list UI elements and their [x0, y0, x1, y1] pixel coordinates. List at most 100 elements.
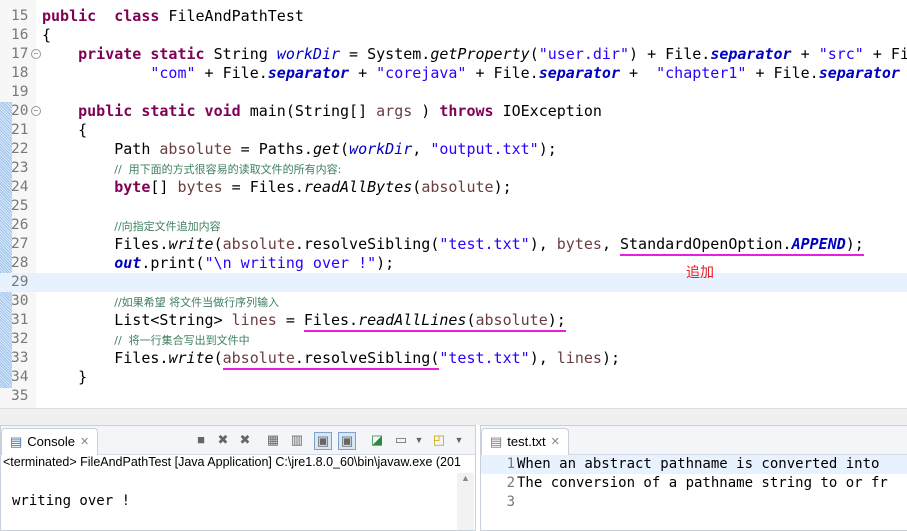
- code-token: byte: [114, 178, 151, 196]
- code-token: String: [204, 45, 277, 63]
- code-line[interactable]: 25: [0, 197, 907, 216]
- line-number: 2: [506, 475, 515, 491]
- display-console-icon[interactable]: ▭: [393, 432, 409, 448]
- code-token: // 用下面的方式很容易的读取文件的所有内容:: [114, 163, 342, 176]
- code-token: = System.: [340, 45, 431, 63]
- line-number: 19: [11, 84, 29, 100]
- code-line[interactable]: 20− public static void main(String[] arg…: [0, 102, 907, 121]
- code-token: "chapter1": [656, 64, 747, 82]
- code-token: separator: [538, 64, 620, 82]
- remove-launch-icon[interactable]: ✖: [215, 432, 231, 448]
- code-token: workDir: [349, 140, 413, 158]
- vertical-scrollbar[interactable]: ▲: [457, 473, 474, 530]
- code-token: + File.: [195, 64, 268, 82]
- code-line[interactable]: 34 }: [0, 368, 907, 387]
- code-token: +: [620, 64, 657, 82]
- code-line[interactable]: 21 {: [0, 121, 907, 140]
- terminate-icon[interactable]: ■: [193, 432, 209, 448]
- code-line[interactable]: 32 // 将一行集合写出到文件中: [0, 330, 907, 349]
- underlined-code: StandardOpenOption.APPEND);: [620, 235, 864, 256]
- code-text: List<String> lines = Files.readAllLines(…: [42, 311, 566, 332]
- code-line[interactable]: 24 byte[] bytes = Files.readAllBytes(abs…: [0, 178, 907, 197]
- code-token: absolute: [159, 140, 232, 158]
- code-token: ): [412, 102, 440, 120]
- code-token: out: [114, 254, 142, 272]
- code-line[interactable]: 35: [0, 387, 907, 406]
- code-line[interactable]: 31 List<String> lines = Files.readAllLin…: [0, 311, 907, 332]
- open-console-icon[interactable]: ◰: [431, 432, 447, 448]
- fold-icon[interactable]: −: [31, 49, 41, 59]
- code-line[interactable]: 29: [0, 273, 907, 292]
- code-token: public static void: [78, 102, 241, 120]
- line-number: 29: [11, 274, 29, 290]
- code-token: //如果希望 将文件当做行序列输入: [114, 296, 280, 309]
- console-output: writing over !: [12, 493, 131, 509]
- text-line[interactable]: 3: [481, 493, 907, 512]
- line-number: 18: [11, 65, 29, 81]
- show-on-stderr-icon[interactable]: ▣: [338, 432, 356, 450]
- code-token: args: [376, 102, 413, 120]
- code-token: throws: [439, 102, 494, 120]
- line-number: 21: [11, 122, 29, 138]
- code-text: // 将一行集合写出到文件中: [42, 330, 250, 350]
- line-number: 28: [11, 255, 29, 271]
- code-token: ) + File.: [629, 45, 711, 63]
- chevron-down-icon[interactable]: ▼: [411, 432, 427, 448]
- text-editor-panel: ▤ test.txt ✕ 1 When an abstract pathname is…: [480, 425, 907, 531]
- horizontal-scrollbar[interactable]: [0, 408, 907, 425]
- line-number: 31: [11, 312, 29, 328]
- code-token: = Paths.: [231, 140, 313, 158]
- code-line[interactable]: 28 out.print("\n writing over !");: [0, 254, 907, 273]
- tab-test-txt[interactable]: ▤ test.txt ✕: [481, 428, 569, 455]
- show-on-stdout-icon[interactable]: ▣: [314, 432, 332, 450]
- tab-console[interactable]: ▤ Console ✕: [1, 428, 99, 455]
- code-text: {: [42, 121, 87, 140]
- line-number: 33: [11, 350, 29, 366]
- code-line[interactable]: 16 {: [0, 26, 907, 45]
- code-line[interactable]: 30 //如果希望 将文件当做行序列输入: [0, 292, 907, 311]
- line-number: 16: [11, 27, 29, 43]
- pin-console-icon[interactable]: ◪: [369, 432, 385, 448]
- code-text: out.print("\n writing over !");: [42, 254, 394, 273]
- remove-all-icon[interactable]: ✖: [237, 432, 253, 448]
- code-line[interactable]: 18 "com" + File.separator + "corejava" +…: [0, 64, 907, 83]
- code-token: public: [42, 7, 97, 25]
- code-token: lines: [556, 349, 602, 367]
- code-token: List<String>: [42, 311, 232, 329]
- code-token: // 将一行集合写出到文件中: [114, 334, 250, 347]
- code-line[interactable]: 17− private static String workDir = Syst…: [0, 45, 907, 64]
- code-token: Files.: [42, 349, 169, 367]
- code-line[interactable]: 27 Files.write(absolute.resolveSibling("…: [0, 235, 907, 256]
- line-number: 25: [11, 198, 29, 214]
- code-token: get: [312, 140, 341, 158]
- code-line[interactable]: 15 public class FileAndPathTest: [0, 7, 907, 26]
- code-line[interactable]: 23 // 用下面的方式很容易的读取文件的所有内容:: [0, 159, 907, 178]
- code-line[interactable]: 33 Files.write(absolute.resolveSibling("…: [0, 349, 907, 370]
- code-token: separator: [267, 64, 350, 82]
- code-token: ),: [529, 349, 557, 367]
- close-icon[interactable]: ✕: [80, 429, 89, 455]
- code-token: ,: [412, 140, 431, 158]
- code-line[interactable]: 26 //向指定文件追加内容: [0, 216, 907, 235]
- code-token: "output.txt": [430, 140, 539, 158]
- code-editor[interactable]: 15 public class FileAndPathTest 16{17− pri…: [0, 0, 907, 408]
- code-token: (: [340, 140, 350, 158]
- line-number: 1: [506, 456, 515, 472]
- code-token: + File.: [872, 45, 907, 63]
- code-line[interactable]: 22 Path absolute = Paths.get(workDir, "o…: [0, 140, 907, 159]
- text-line[interactable]: 2 The conversion of a pathname string to …: [481, 474, 907, 493]
- code-line[interactable]: 19: [0, 83, 907, 102]
- code-token: {: [42, 121, 88, 139]
- scroll-lock-icon[interactable]: ▥: [289, 432, 305, 448]
- text-line[interactable]: 1 When an abstract pathname is converted …: [481, 455, 907, 474]
- code-token: IOException: [493, 102, 602, 120]
- close-icon[interactable]: ✕: [551, 429, 560, 455]
- line-number: 26: [11, 217, 29, 233]
- clear-console-icon[interactable]: ▦: [265, 432, 281, 448]
- code-text: private static String workDir = System.g…: [42, 45, 907, 64]
- fold-icon[interactable]: −: [31, 106, 41, 116]
- chevron-down-icon[interactable]: ▼: [451, 432, 467, 448]
- code-token: main(String[]: [240, 102, 377, 120]
